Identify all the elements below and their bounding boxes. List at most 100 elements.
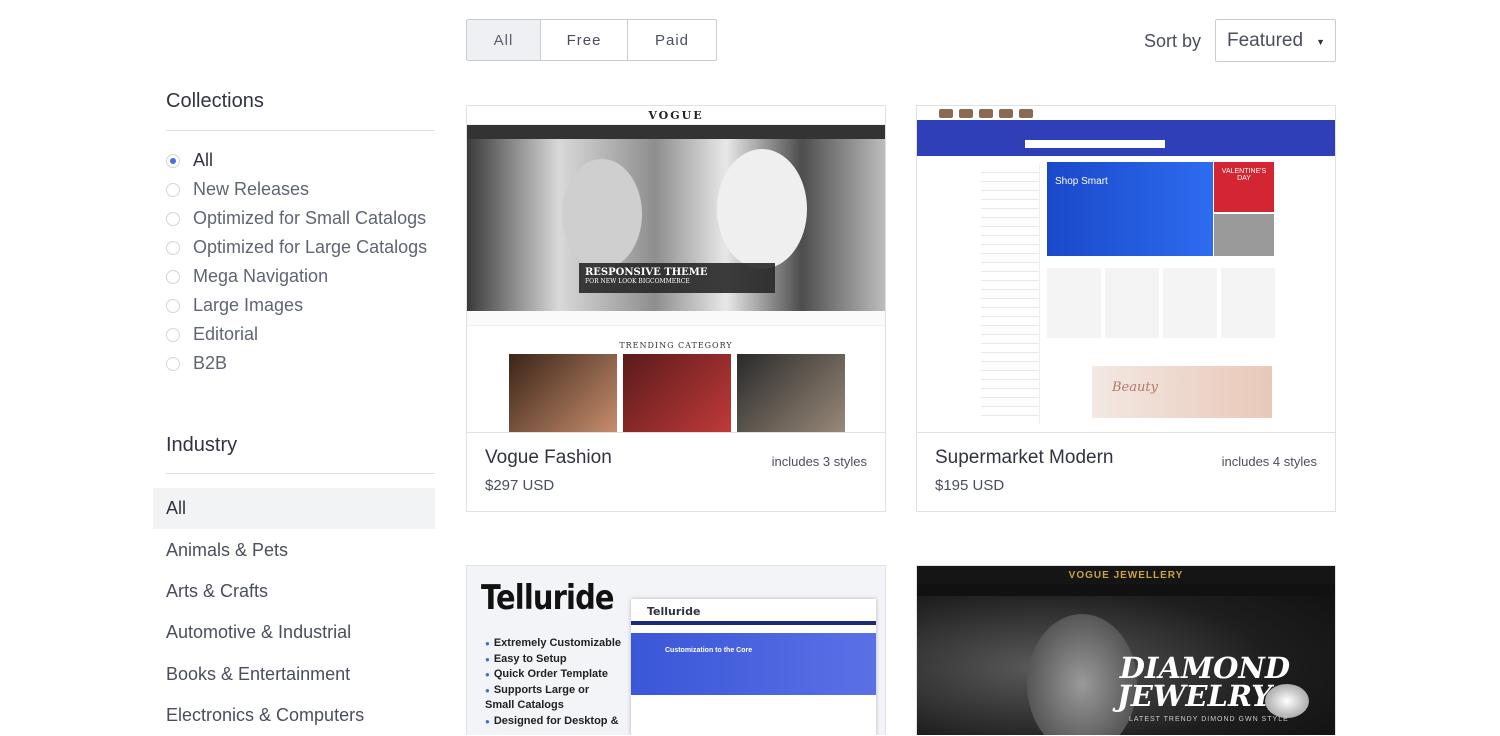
thumb-brand-logo: Telluride bbox=[481, 578, 615, 618]
theme-price: $297 USD bbox=[485, 477, 555, 494]
sort-value: Featured bbox=[1227, 29, 1304, 51]
industry-item-electronics-computers[interactable]: Electronics & Computers bbox=[153, 695, 435, 736]
thumb-feature: Supports Large or Small Catalogs bbox=[485, 683, 620, 714]
thumb-section-title: TRENDING CATEGORY bbox=[619, 341, 733, 350]
collection-option-small-catalogs[interactable]: Optimized for Small Catalogs bbox=[166, 204, 427, 233]
theme-info: Vogue Fashion $297 USD includes 3 styles bbox=[467, 432, 885, 511]
thumb-hero-image: RESPONSIVE THEME FOR NEW LOOK BIGCOMMERC… bbox=[467, 139, 885, 311]
thumb-banner-sub: FOR NEW LOOK BIGCOMMERCE bbox=[585, 278, 690, 285]
radio-checked-icon[interactable] bbox=[166, 153, 180, 168]
thumb-features-strip bbox=[467, 311, 885, 326]
industry-item-animals-pets[interactable]: Animals & Pets bbox=[153, 529, 435, 570]
thumb-beauty-banner: Beauty bbox=[1092, 366, 1272, 418]
theme-card-vogue-jewellery[interactable]: VOGUE JEWELLERY DIAMOND JEWELRYS LATEST … bbox=[916, 565, 1336, 735]
thumb-promo: VALENTINE'S DAY bbox=[1214, 162, 1274, 212]
thumb-feature: Easy to Setup bbox=[485, 652, 621, 668]
collection-option-large-images[interactable]: Large Images bbox=[166, 291, 427, 320]
industry-item-books-entertainment[interactable]: Books & Entertainment bbox=[153, 654, 435, 695]
theme-thumbnail[interactable]: Telluride Extremely Customizable Easy to… bbox=[467, 566, 885, 735]
collection-option-label: Large Images bbox=[193, 295, 304, 315]
radio-icon[interactable] bbox=[166, 182, 180, 197]
industry-item-automotive-industrial[interactable]: Automotive & Industrial bbox=[153, 612, 435, 653]
category-image bbox=[509, 354, 617, 432]
collection-option-editorial[interactable]: Editorial bbox=[166, 320, 427, 349]
filter-all-tab[interactable]: All bbox=[467, 20, 541, 60]
thumb-preview-logo: Telluride bbox=[631, 599, 876, 625]
thumb-search-bar bbox=[1025, 140, 1165, 148]
category-image bbox=[737, 354, 845, 432]
industry-list: All Animals & Pets Arts & Crafts Automot… bbox=[153, 488, 435, 736]
thumb-hero: Shop Smart bbox=[1047, 162, 1213, 256]
theme-price: $195 USD bbox=[935, 477, 1005, 494]
thumb-tagline: LATEST TRENDY DIMOND GWN STYLE bbox=[1129, 716, 1289, 723]
sort-label: Sort by bbox=[1144, 31, 1202, 51]
theme-name[interactable]: Vogue Fashion bbox=[485, 447, 612, 469]
theme-styles-count: includes 4 styles bbox=[1221, 454, 1317, 469]
collection-option-label: Mega Navigation bbox=[193, 266, 329, 286]
filter-paid-tab[interactable]: Paid bbox=[628, 20, 716, 60]
industry-item-arts-crafts[interactable]: Arts & Crafts bbox=[153, 571, 435, 612]
theme-card-supermarket-modern[interactable]: Shop Smart VALENTINE'S DAY Beauty Superm… bbox=[916, 105, 1336, 512]
industry-divider bbox=[166, 473, 435, 474]
diamond-image bbox=[1265, 684, 1309, 718]
caret-down-icon: ▼ bbox=[1316, 37, 1325, 47]
radio-icon[interactable] bbox=[166, 298, 180, 313]
theme-name[interactable]: Supermarket Modern bbox=[935, 447, 1113, 469]
thumb-feature: Extremely Customizable bbox=[485, 636, 621, 652]
thumb-product-strip bbox=[917, 106, 1335, 120]
thumb-body: Shop Smart VALENTINE'S DAY Beauty bbox=[917, 156, 1335, 432]
sort-select[interactable]: Featured ▼ bbox=[1215, 19, 1336, 62]
theme-styles-count: includes 3 styles bbox=[771, 454, 867, 469]
thumb-feature-list: Extremely Customizable Easy to Setup Qui… bbox=[485, 636, 621, 729]
radio-icon[interactable] bbox=[166, 327, 180, 342]
collection-option-label: All bbox=[193, 150, 214, 170]
thumb-promo-image bbox=[1214, 214, 1274, 256]
model-image bbox=[562, 159, 642, 269]
collection-option-mega-navigation[interactable]: Mega Navigation bbox=[166, 262, 427, 291]
collection-option-label: New Releases bbox=[193, 179, 310, 199]
collections-heading: Collections bbox=[166, 90, 264, 112]
thumb-product bbox=[1163, 268, 1217, 338]
thumb-product bbox=[1105, 268, 1159, 338]
collections-divider bbox=[166, 130, 435, 131]
radio-icon[interactable] bbox=[166, 356, 180, 371]
industry-item-all[interactable]: All bbox=[153, 488, 435, 530]
industry-heading: Industry bbox=[166, 434, 238, 456]
theme-card-vogue-fashion[interactable]: VOGUE RESPONSIVE THEME FOR NEW LOOK BIGC… bbox=[466, 105, 886, 512]
thumb-category-sidebar bbox=[981, 164, 1040, 424]
thumb-hero-title: Shop Smart bbox=[1055, 176, 1108, 187]
collection-option-label: B2B bbox=[193, 353, 228, 373]
category-image bbox=[623, 354, 731, 432]
collections-radio-list: All New Releases Optimized for Small Cat… bbox=[166, 146, 427, 378]
filter-free-tab[interactable]: Free bbox=[541, 20, 628, 60]
thumb-site-preview: Telluride Customization to the Core bbox=[631, 599, 876, 735]
thumb-nav bbox=[467, 125, 885, 139]
thumb-category-images bbox=[467, 354, 885, 432]
thumb-product bbox=[1047, 268, 1101, 338]
thumb-nav bbox=[917, 584, 1335, 596]
theme-thumbnail[interactable]: VOGUE JEWELLERY DIAMOND JEWELRYS LATEST … bbox=[917, 566, 1335, 735]
collection-option-label: Optimized for Small Catalogs bbox=[193, 208, 427, 228]
thumb-hero-title-line: DIAMOND bbox=[1119, 651, 1290, 685]
thumb-header bbox=[917, 120, 1335, 156]
radio-icon[interactable] bbox=[166, 211, 180, 226]
thumb-feature: Designed for Desktop & bbox=[485, 714, 621, 730]
thumb-preview-hero: Customization to the Core bbox=[631, 633, 876, 695]
theme-info: Supermarket Modern $195 USD includes 4 s… bbox=[917, 432, 1335, 511]
collection-option-all[interactable]: All bbox=[166, 146, 427, 175]
thumb-brand: VOGUE JEWELLERY bbox=[917, 566, 1335, 584]
theme-thumbnail[interactable]: VOGUE RESPONSIVE THEME FOR NEW LOOK BIGC… bbox=[467, 106, 885, 432]
collection-option-label: Editorial bbox=[193, 324, 259, 344]
collection-option-large-catalogs[interactable]: Optimized for Large Catalogs bbox=[166, 233, 427, 262]
pricing-filter-group: All Free Paid bbox=[466, 19, 717, 61]
radio-icon[interactable] bbox=[166, 269, 180, 284]
collection-option-b2b[interactable]: B2B bbox=[166, 349, 427, 378]
thumb-feature: Quick Order Template bbox=[485, 667, 621, 683]
theme-card-telluride[interactable]: Telluride Extremely Customizable Easy to… bbox=[466, 565, 886, 735]
model-image bbox=[717, 149, 807, 269]
radio-icon[interactable] bbox=[166, 240, 180, 255]
collection-option-new-releases[interactable]: New Releases bbox=[166, 175, 427, 204]
theme-thumbnail[interactable]: Shop Smart VALENTINE'S DAY Beauty bbox=[917, 106, 1335, 432]
collection-option-label: Optimized for Large Catalogs bbox=[193, 237, 428, 257]
thumb-brand: VOGUE bbox=[467, 106, 885, 125]
